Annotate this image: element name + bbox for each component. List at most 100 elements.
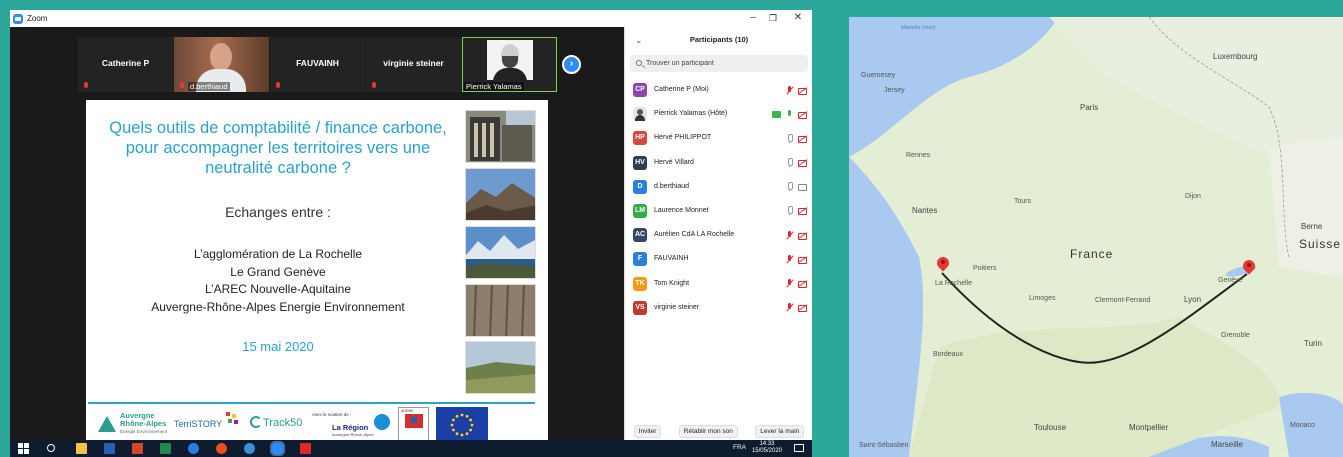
participant-row[interactable]: HP Hervé PHILIPPOT (625, 127, 812, 151)
landscape-photo (465, 341, 536, 394)
participant-row[interactable]: Pierrick Yalamas (Hôte) (625, 103, 812, 127)
participant-row[interactable]: AC Aurélien CdA LA Rochelle (625, 224, 812, 248)
map-pin-la-rochelle[interactable] (937, 257, 949, 273)
region-logo: La Région Auvergne-Rhône-Alpes (332, 414, 390, 437)
avatar: D (633, 179, 647, 194)
map-label: Bordeaux (933, 351, 963, 358)
windows-start-icon[interactable] (18, 443, 29, 454)
internet-explorer-icon[interactable] (244, 443, 255, 454)
video-thumbnail[interactable]: FAUVAINH (270, 37, 365, 92)
ademe-logo: ADEME (398, 407, 429, 443)
edge-icon[interactable] (188, 443, 199, 454)
participant-row[interactable]: Dd.berthiaud (625, 176, 812, 200)
route-origin-label: La Rochelle (935, 280, 972, 287)
powerpoint-icon[interactable] (132, 443, 143, 454)
taskbar-clock[interactable]: 14:33 15/05/2020 (752, 441, 782, 455)
participant-status-icons (781, 85, 807, 95)
logo-subtext: Énergie Environnement (120, 429, 168, 434)
map-label: Grenoble (1221, 332, 1250, 339)
zoom-logo-icon (13, 13, 23, 24)
participant-row[interactable]: CP Catherine P (Moi) (625, 79, 812, 103)
participant-row[interactable]: LM Laurence Monnet (625, 200, 812, 224)
video-thumbnail[interactable]: d.berthiaud (174, 37, 269, 92)
participant-row[interactable]: VS virginie steiner (625, 297, 812, 321)
territory-logo: TerriSTORY (174, 412, 238, 429)
windows-taskbar: FRA 14:33 15/05/2020 (10, 440, 812, 457)
unmute-button[interactable]: Rétablir mon son (678, 425, 738, 438)
participant-status-icons (781, 133, 807, 143)
participant-row[interactable]: HV Hervé Villard (625, 152, 812, 176)
mic-icon (785, 206, 794, 216)
search-input[interactable] (646, 57, 801, 70)
avatar: HV (633, 155, 647, 170)
raise-hand-button[interactable]: Lever la main (755, 425, 805, 438)
video-thumbnail[interactable]: Catherine P (78, 37, 173, 92)
mic-muted-icon (275, 82, 281, 89)
participant-name: Pierrick Yalamas (Hôte) (654, 110, 728, 118)
slide-divider (88, 402, 535, 404)
lake-photo (465, 226, 536, 279)
taskbar-search-icon[interactable] (46, 443, 57, 454)
notification-icon[interactable] (794, 444, 804, 452)
mic-muted-icon (83, 82, 89, 89)
maximize-icon[interactable]: ❐ (766, 12, 780, 24)
avatar: AC (633, 228, 647, 243)
participants-panel: ⌄ Participants (10) CP Catherine P (Moi) P… (624, 27, 812, 440)
map-label: Manche (mer) (901, 25, 936, 31)
minimize-icon[interactable]: – (746, 12, 760, 24)
clock-time: 14:33 (759, 441, 775, 447)
invite-button[interactable]: Inviter (633, 425, 662, 438)
participant-status-icons (781, 158, 807, 168)
party-line: Le Grand Genève (230, 264, 326, 279)
participant-name: Tom Knight (654, 279, 690, 287)
search-box[interactable] (630, 55, 808, 72)
avatar: LM (633, 203, 647, 218)
map-panel[interactable]: Manche (mer) Guernesey Jersey Luxembourg… (849, 17, 1343, 457)
slide-subtitle: Echanges entre : (225, 204, 331, 220)
mic-muted-icon (785, 85, 794, 95)
logo-subtext: Auvergne-Rhône-Alpes (332, 432, 374, 437)
clock-date: 15/05/2020 (751, 448, 782, 454)
firefox-icon[interactable] (216, 443, 227, 454)
thumbnail-name: virginie steiner (383, 58, 444, 68)
thumbnail-name: Catherine P (101, 58, 150, 68)
mic-muted-icon (179, 82, 185, 89)
next-page-button[interactable]: › (562, 55, 581, 74)
participant-row[interactable]: TK Tom Knight (625, 273, 812, 297)
map-label: Marseille (1211, 440, 1244, 449)
video-area: Catherine P d.berthiaud FAUVAINH virgini… (10, 27, 624, 445)
video-thumbnail-active-speaker[interactable]: Pierrick Yalamas (462, 37, 557, 92)
map-pin-geneve[interactable] (1243, 260, 1255, 276)
zoom-taskbar-icon[interactable] (270, 441, 285, 456)
camera-off-icon (798, 158, 807, 168)
avatar: TK (633, 276, 647, 291)
thumbnail-name: FAUVAINH (296, 58, 339, 68)
map-label: Suisse (1299, 237, 1342, 251)
mic-icon (785, 182, 794, 192)
word-icon[interactable] (104, 443, 115, 454)
participant-name: d.berthiaud (654, 182, 690, 190)
logo-text: TerriSTORY (174, 419, 223, 429)
participant-name: Catherine P (Moi) (654, 86, 709, 93)
camera-off-icon (798, 86, 807, 95)
title-bar: Zoom – ❐ ✕ (10, 10, 812, 27)
language-indicator[interactable]: FRA (733, 444, 746, 451)
building-photo (465, 110, 536, 163)
route-destination-label: Genève (1218, 277, 1243, 284)
participant-row[interactable]: F FAUVAINH (625, 248, 812, 272)
mic-icon (785, 133, 794, 143)
file-explorer-icon[interactable] (76, 443, 87, 454)
camera-off-icon (798, 134, 807, 143)
close-icon[interactable]: ✕ (791, 12, 805, 24)
panel-header: ⌄ Participants (10) (625, 27, 812, 54)
map-label: Luxembourg (1213, 52, 1258, 61)
acrobat-icon[interactable] (300, 443, 311, 454)
map-label: Nantes (912, 206, 938, 215)
auvergne-logo: Auvergne Rhône-Alpes Énergie Environneme… (98, 412, 167, 436)
avatar: HP (633, 131, 647, 146)
excel-icon[interactable] (160, 443, 171, 454)
slide-parties: L’agglomération de La Rochelle Le Grand … (108, 246, 448, 316)
participant-status-icons (781, 230, 807, 240)
video-thumbnail[interactable]: virginie steiner (366, 37, 461, 92)
map-label: Montpellier (1129, 423, 1169, 432)
